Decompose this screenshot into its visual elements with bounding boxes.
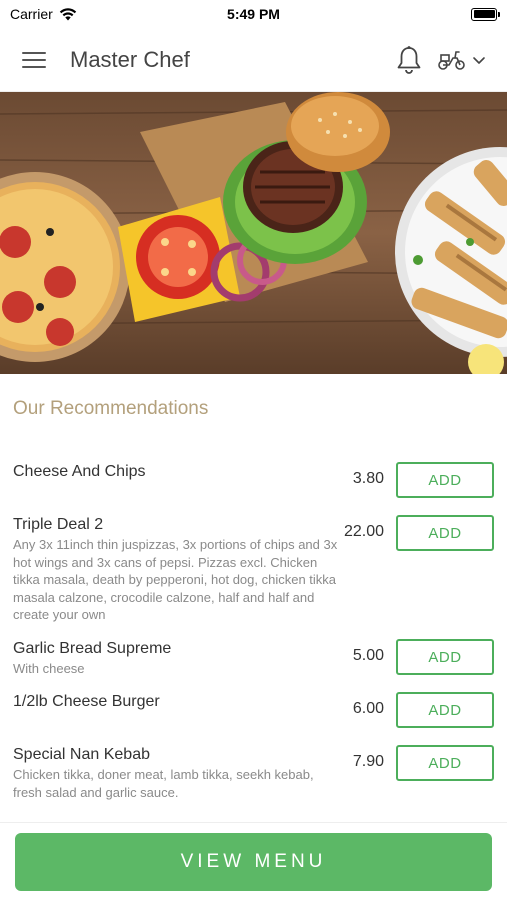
add-button[interactable]: ADD [396,515,494,551]
hero-banner-image [0,92,507,374]
scooter-icon [438,50,465,70]
delivery-mode-selector[interactable] [437,48,487,72]
list-item: 1/2lb Cheese Burger 6.00 ADD [0,692,507,745]
menu-icon[interactable] [20,49,48,71]
item-name: Special Nan Kebab [13,746,150,763]
app-title: Master Chef [70,46,190,72]
item-price: 22.00 [343,523,384,540]
recommendations-list: Cheese And Chips 3.80 ADD Triple Deal 2 … [0,462,507,805]
item-price: 7.90 [352,753,384,770]
item-description: With cheese [13,661,85,676]
status-left: Carrier [10,6,77,22]
battery-icon [471,7,500,21]
chevron-down-icon [473,56,485,64]
bell-icon[interactable] [393,44,425,76]
list-item: Cheese And Chips 3.80 ADD [0,462,507,515]
item-name: Garlic Bread Supreme [13,640,172,657]
add-button[interactable]: ADD [396,639,494,675]
item-price: 6.00 [352,700,384,717]
add-button[interactable]: ADD [396,692,494,728]
item-name: 1/2lb Cheese Burger [13,693,160,710]
item-description: Chicken tikka, doner meat, lamb tikka, s… [13,767,314,800]
item-price: 5.00 [352,647,384,664]
view-menu-button[interactable]: VIEW MENU [15,833,492,891]
bottom-bar: VIEW MENU [0,822,507,900]
list-item: Garlic Bread Supreme With cheese 5.00 AD… [0,639,507,692]
recommendations-title: Our Recommendations [13,398,209,419]
wifi-icon [59,7,76,20]
item-name: Cheese And Chips [13,463,146,480]
item-name: Triple Deal 2 [13,516,104,533]
carrier-label: Carrier [10,6,53,22]
item-description: Any 3x 11inch thin juspizzas, 3x portion… [13,537,338,622]
status-bar: Carrier 5:49 PM [0,0,507,28]
item-price: 3.80 [352,470,384,487]
app-header: Master Chef [0,28,507,92]
add-button[interactable]: ADD [396,462,494,498]
list-item: Special Nan Kebab Chicken tikka, doner m… [0,745,507,805]
list-item: Triple Deal 2 Any 3x 11inch thin juspizz… [0,515,507,639]
add-button[interactable]: ADD [396,745,494,781]
